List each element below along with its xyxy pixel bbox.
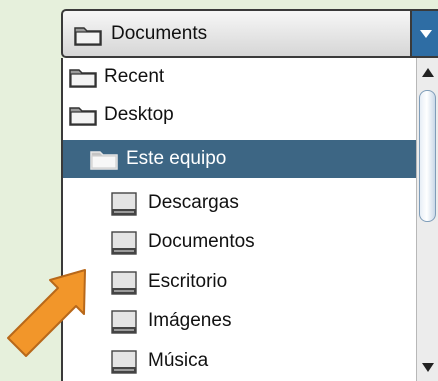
scrollbar-thumb[interactable]	[419, 90, 436, 222]
list-item-descargas[interactable]: Descargas	[63, 184, 418, 222]
folder-icon	[90, 148, 118, 175]
orange-pointer-arrow-icon	[7, 269, 86, 357]
dropdown-arrow-button[interactable]	[410, 9, 438, 58]
list-item-label: Escritorio	[148, 271, 228, 292]
scroll-down-icon[interactable]	[421, 362, 435, 373]
location-list: Recent Desktop Este equipo Descargas Doc…	[61, 58, 438, 381]
list-item-este-equipo[interactable]: Este equipo	[63, 140, 418, 178]
list-item-label: Música	[148, 350, 209, 371]
triangle-down-icon	[420, 30, 432, 38]
drive-icon	[111, 192, 137, 221]
list-item-label: Este equipo	[126, 148, 227, 169]
list-item-label: Imágenes	[148, 310, 232, 331]
folder-icon	[74, 24, 102, 51]
drive-icon	[111, 350, 137, 379]
list-item-label: Documentos	[148, 231, 255, 252]
drive-icon	[111, 231, 137, 260]
list-item-desktop[interactable]: Desktop	[63, 96, 418, 134]
folder-icon	[69, 104, 97, 131]
drive-icon	[111, 271, 137, 300]
list-item-label: Descargas	[148, 192, 239, 213]
list-scrollbar[interactable]	[416, 58, 438, 381]
scroll-up-icon[interactable]	[421, 67, 435, 78]
list-item-recent[interactable]: Recent	[63, 58, 418, 96]
list-item-documentos[interactable]: Documentos	[63, 223, 418, 261]
location-dropdown[interactable]: Documents	[61, 9, 438, 58]
drive-icon	[111, 310, 137, 339]
list-item-imagenes[interactable]: Imágenes	[63, 302, 418, 340]
list-item-escritorio[interactable]: Escritorio	[63, 263, 418, 301]
list-item-musica[interactable]: Música	[63, 342, 418, 380]
list-item-label: Desktop	[104, 104, 174, 125]
folder-icon	[69, 66, 97, 93]
list-item-label: Recent	[104, 66, 165, 87]
dropdown-selected-label: Documents	[111, 23, 208, 44]
